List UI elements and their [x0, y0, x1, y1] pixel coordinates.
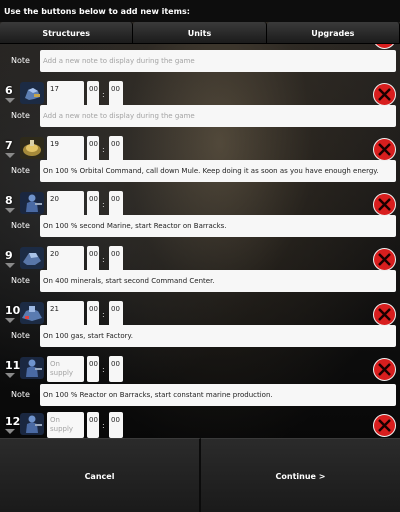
expand-arrow-icon[interactable]	[5, 208, 15, 213]
seconds-input[interactable]: 00	[109, 81, 123, 107]
note-row: Note Add a new note to display during th…	[0, 105, 400, 127]
expand-arrow-icon[interactable]	[5, 318, 15, 323]
item-type-tabs: Structures Units Upgrades	[0, 22, 400, 44]
delete-icon[interactable]	[372, 302, 397, 327]
minutes-input[interactable]: 00	[87, 246, 99, 272]
instructions-text: Use the buttons below to add new items:	[4, 7, 190, 16]
supply-input[interactable]: 19	[47, 136, 84, 162]
expand-arrow-icon[interactable]	[5, 263, 15, 268]
time-separator: :	[102, 421, 105, 430]
note-row: Note On 100 % Orbital Command, call down…	[0, 160, 400, 182]
seconds-input[interactable]: 00	[109, 412, 123, 438]
command-center-icon[interactable]	[20, 302, 44, 324]
build-step-row: 9 20 00 : 00	[0, 246, 400, 272]
instructions-header: Use the buttons below to add new items:	[0, 0, 400, 22]
time-separator: :	[102, 145, 105, 154]
note-label: Note	[11, 331, 30, 340]
supply-input[interactable]: 20	[47, 246, 84, 272]
build-step-row: 8 20 00 : 00	[0, 191, 400, 217]
note-input[interactable]: Add a new note to display during the gam…	[40, 50, 396, 72]
expand-arrow-icon[interactable]	[5, 153, 15, 158]
time-separator: :	[102, 365, 105, 374]
note-row: Note Add a new note to display during th…	[0, 50, 400, 72]
note-row: Note On 100 gas, start Factory.	[0, 325, 400, 347]
note-label: Note	[11, 276, 30, 285]
minutes-input[interactable]: 00	[87, 136, 99, 162]
supply-input[interactable]: 20	[47, 191, 84, 217]
note-row: Note On 100 % second Marine, start React…	[0, 215, 400, 237]
note-input[interactable]: On 100 % Reactor on Barracks, start cons…	[40, 384, 396, 406]
build-step-row: 12 On supply 00 : 00	[0, 412, 400, 438]
seconds-input[interactable]: 00	[109, 356, 123, 382]
delete-icon[interactable]	[372, 82, 397, 107]
marine-icon[interactable]	[20, 413, 44, 435]
scv-icon[interactable]	[20, 82, 44, 104]
footer-bar: Cancel Continue >	[0, 438, 400, 512]
expand-arrow-icon[interactable]	[5, 373, 15, 378]
tab-units[interactable]: Units	[133, 22, 267, 44]
delete-icon[interactable]	[372, 357, 397, 382]
continue-button[interactable]: Continue >	[201, 438, 400, 512]
reactor-icon[interactable]	[20, 247, 44, 269]
seconds-input[interactable]: 00	[109, 136, 123, 162]
time-separator: :	[102, 90, 105, 99]
marine-icon[interactable]	[20, 357, 44, 379]
build-step-row: 10 21 00 : 00	[0, 301, 400, 327]
note-input[interactable]: Add a new note to display during the gam…	[40, 105, 396, 127]
minutes-input[interactable]: 00	[87, 301, 99, 327]
note-input[interactable]: On 400 minerals, start second Command Ce…	[40, 270, 396, 292]
note-input[interactable]: On 100 % second Marine, start Reactor on…	[40, 215, 396, 237]
cancel-button[interactable]: Cancel	[0, 438, 201, 512]
time-separator: :	[102, 200, 105, 209]
expand-arrow-icon[interactable]	[5, 429, 15, 434]
note-label: Note	[11, 390, 30, 399]
build-step-row: 7 19 00 : 00	[0, 136, 400, 162]
step-number: 8	[5, 194, 13, 207]
expand-arrow-icon[interactable]	[5, 98, 15, 103]
delete-icon[interactable]	[372, 137, 397, 162]
note-input[interactable]: On 100 % Orbital Command, call down Mule…	[40, 160, 396, 182]
note-label: Note	[11, 56, 30, 65]
tab-upgrades[interactable]: Upgrades	[266, 22, 400, 44]
seconds-input[interactable]: 00	[109, 246, 123, 272]
build-step-row: 11 On supply 00 : 00	[0, 356, 400, 382]
tab-structures[interactable]: Structures	[0, 22, 134, 44]
step-number: 9	[5, 249, 13, 262]
minutes-input[interactable]: 00	[87, 412, 99, 438]
step-number: 12	[5, 415, 21, 428]
supply-input[interactable]: On supply	[47, 412, 84, 438]
note-label: Note	[11, 221, 30, 230]
minutes-input[interactable]: 00	[87, 81, 99, 107]
seconds-input[interactable]: 00	[109, 301, 123, 327]
note-label: Note	[11, 166, 30, 175]
time-separator: :	[102, 310, 105, 319]
orbital-command-icon[interactable]	[20, 137, 44, 159]
build-order-list[interactable]: Note Add a new note to display during th…	[0, 44, 400, 438]
minutes-input[interactable]: 00	[87, 356, 99, 382]
build-step-row: 6 17 00 : 00	[0, 81, 400, 107]
supply-input[interactable]: 21	[47, 301, 84, 327]
time-separator: :	[102, 255, 105, 264]
supply-input[interactable]: 17	[47, 81, 84, 107]
delete-icon[interactable]	[372, 413, 397, 438]
note-label: Note	[11, 111, 30, 120]
note-input[interactable]: On 100 gas, start Factory.	[40, 325, 396, 347]
delete-icon[interactable]	[372, 247, 397, 272]
step-number: 6	[5, 84, 13, 97]
delete-icon[interactable]	[372, 192, 397, 217]
note-row: Note On 400 minerals, start second Comma…	[0, 270, 400, 292]
step-number: 11	[5, 359, 21, 372]
step-number: 7	[5, 139, 13, 152]
step-number: 10	[5, 304, 21, 317]
seconds-input[interactable]: 00	[109, 191, 123, 217]
minutes-input[interactable]: 00	[87, 191, 99, 217]
supply-input[interactable]: On supply	[47, 356, 84, 382]
delete-icon[interactable]	[372, 44, 397, 50]
note-row: Note On 100 % Reactor on Barracks, start…	[0, 384, 400, 406]
marine-icon[interactable]	[20, 192, 44, 214]
